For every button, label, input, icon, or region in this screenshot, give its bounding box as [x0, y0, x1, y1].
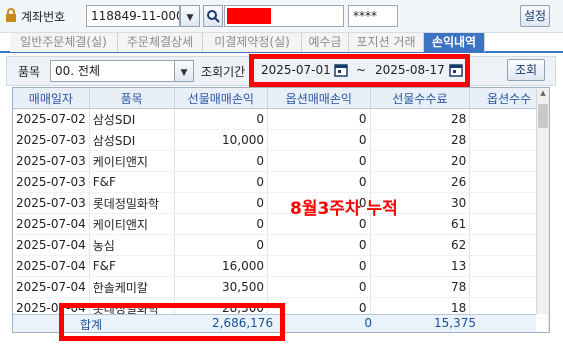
account-name-field — [224, 5, 344, 27]
table-row[interactable]: 2025-07-03 롯데정밀화학 0 0 30 — [13, 192, 549, 214]
column-header[interactable]: 선물수수료 — [370, 88, 471, 109]
table-cell: 0 — [267, 276, 371, 298]
table-cell: 2025-07-03 — [13, 150, 90, 172]
pnl-grid: 매매일자 품목 선물매매손익 옵션매매손익 선물수수료 옵션수수 2025-07… — [12, 87, 550, 333]
tab-strip: 일반주문체결(실) 주문체결상세 미결제약정(실) 예수금 포지션 거래 손익내… — [0, 33, 563, 53]
table-cell: 0 — [174, 234, 269, 256]
total-options-pnl: 0 — [364, 316, 372, 330]
table-cell: 0 — [174, 108, 269, 130]
pnl-table: 매매일자 품목 선물매매손익 옵션매매손익 선물수수료 옵션수수 2025-07… — [13, 88, 549, 332]
table-cell: 28 — [370, 129, 471, 151]
table-cell: 0 — [174, 192, 269, 214]
total-highlight — [59, 303, 285, 341]
column-header[interactable]: 선물매매손익 — [174, 88, 269, 109]
table-cell: 28 — [370, 108, 471, 130]
table-cell: 2025-07-02 — [13, 108, 90, 130]
query-button[interactable]: 조회 — [507, 59, 545, 81]
table-cell: 62 — [370, 234, 471, 256]
table-row[interactable]: 2025-07-03 F&F 0 0 26 — [13, 171, 549, 193]
item-label: 품목 — [18, 65, 41, 79]
redacted-account-name — [227, 8, 271, 24]
table-cell: 0 — [267, 255, 371, 277]
scrollbar-thumb[interactable] — [538, 104, 548, 128]
table-cell: 2025-07-03 — [13, 129, 90, 151]
scroll-up-icon[interactable]: ▲ — [538, 89, 548, 99]
table-header-row: 매매일자 품목 선물매매손익 옵션매매손익 선물수수료 옵션수수 — [13, 88, 549, 109]
table-cell: 0 — [267, 150, 371, 172]
table-cell: 농심 — [89, 234, 175, 256]
table-row[interactable]: 2025-07-04 농심 0 0 62 — [13, 234, 549, 256]
table-cell: 한솔케미칼 — [89, 276, 175, 298]
table-cell: 0 — [267, 234, 371, 256]
table-cell: 케이티앤지 — [89, 150, 175, 172]
table-cell: 케이티앤지 — [89, 213, 175, 235]
table-cell: 0 — [267, 171, 371, 193]
table-cell: 26 — [370, 171, 471, 193]
date-range-highlight — [249, 54, 470, 87]
lock-icon — [4, 8, 18, 22]
item-dropdown-button[interactable]: ▼ — [174, 60, 194, 82]
table-row[interactable]: 2025-07-04 케이티앤지 0 0 61 — [13, 213, 549, 235]
table-cell: 0 — [174, 150, 269, 172]
account-label: 계좌번호 — [21, 10, 66, 24]
tab-open-contracts[interactable]: 미결제약정(실) — [203, 33, 302, 52]
table-cell: 0 — [174, 213, 269, 235]
search-button[interactable] — [203, 5, 223, 27]
table-cell: 20 — [370, 150, 471, 172]
table-cell: 13 — [370, 255, 471, 277]
column-header[interactable]: 품목 — [89, 88, 175, 109]
password-field[interactable]: **** — [348, 5, 398, 27]
tab-order-details[interactable]: 주문체결상세 — [118, 33, 203, 52]
table-cell: 78 — [370, 276, 471, 298]
chevron-down-icon: ▼ — [180, 68, 188, 78]
tab-deposit[interactable]: 예수금 — [302, 33, 349, 52]
table-cell: 2025-07-03 — [13, 171, 90, 193]
table-cell: 16,000 — [174, 255, 269, 277]
tab-pnl-history[interactable]: 손익내역 — [424, 33, 485, 52]
table-cell: 0 — [267, 108, 371, 130]
table-cell: 0 — [267, 129, 371, 151]
account-dropdown-button[interactable]: ▼ — [180, 5, 200, 27]
search-icon — [207, 10, 220, 23]
table-cell: 2025-07-03 — [13, 192, 90, 214]
table-cell: 삼성SDI — [89, 129, 175, 151]
item-select[interactable]: 00. 전체 — [50, 60, 176, 82]
table-cell: 10,000 — [174, 129, 269, 151]
chevron-down-icon: ▼ — [186, 13, 194, 23]
total-futures-fee: 15,375 — [434, 316, 476, 330]
column-header[interactable]: 옵션매매손익 — [267, 88, 371, 109]
account-number-field[interactable]: 118849-11-0005 — [86, 5, 180, 27]
table-cell: F&F — [89, 255, 175, 277]
settings-button[interactable]: 설정 — [520, 5, 550, 27]
period-label: 조회기간 — [201, 65, 246, 79]
table-cell: F&F — [89, 171, 175, 193]
table-cell: 삼성SDI — [89, 108, 175, 130]
table-cell: 30,500 — [174, 276, 269, 298]
table-row[interactable]: 2025-07-04 F&F 16,000 0 13 — [13, 255, 549, 277]
table-row[interactable]: 2025-07-04 한솔케미칼 30,500 0 78 — [13, 276, 549, 298]
table-row[interactable]: 2025-07-03 케이티앤지 0 0 20 — [13, 150, 549, 172]
table-cell: 롯데정밀화학 — [89, 192, 175, 214]
column-header[interactable]: 매매일자 — [13, 88, 90, 109]
table-row[interactable]: 2025-07-02 삼성SDI 0 0 28 — [13, 108, 549, 130]
table-cell: 2025-07-04 — [13, 255, 90, 277]
table-cell: 0 — [174, 171, 269, 193]
tab-general-orders[interactable]: 일반주문체결(실) — [10, 33, 118, 52]
table-cell: 2025-07-04 — [13, 213, 90, 235]
table-cell: 2025-07-04 — [13, 234, 90, 256]
tab-position-trade[interactable]: 포지션 거래 — [349, 33, 424, 52]
annotation-text: 8월3주차 누적 — [290, 199, 398, 219]
table-cell: 2025-07-04 — [13, 276, 90, 298]
table-row[interactable]: 2025-07-03 삼성SDI 10,000 0 28 — [13, 129, 549, 151]
